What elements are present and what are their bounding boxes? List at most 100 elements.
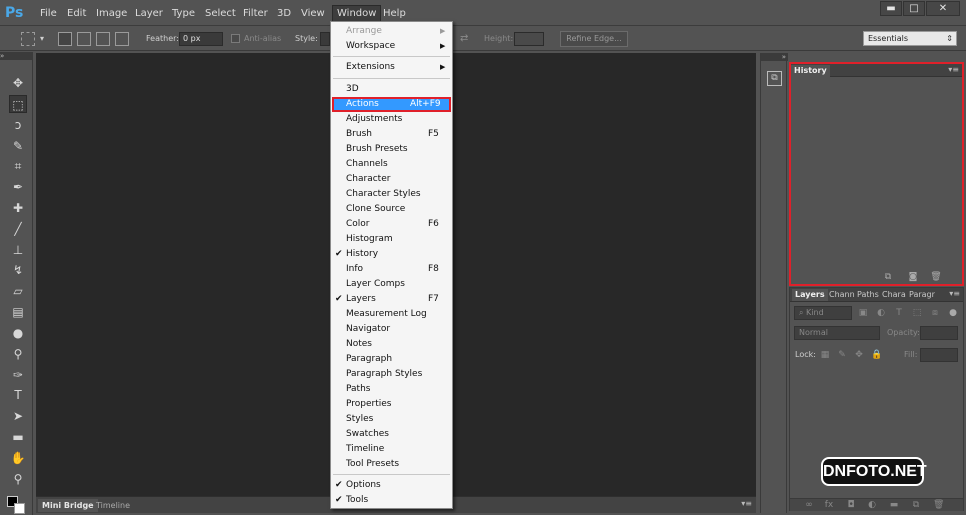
menu-item-paragraph[interactable]: Paragraph bbox=[332, 352, 451, 367]
workspace-select[interactable]: Essentials ⇕ bbox=[863, 31, 957, 46]
filter-type-icon[interactable]: T bbox=[894, 308, 904, 318]
background-color-swatch[interactable] bbox=[14, 503, 25, 514]
icon-strip-collapse-icon[interactable]: » bbox=[761, 53, 788, 61]
zoom-tool-icon[interactable]: ⚲ bbox=[9, 470, 27, 488]
menu-item-history[interactable]: ✔ History bbox=[332, 247, 451, 262]
new-selection-icon[interactable] bbox=[58, 32, 72, 46]
pen-tool-icon[interactable]: ✑ bbox=[9, 366, 27, 384]
menu-item-character[interactable]: Character bbox=[332, 172, 451, 187]
bottom-panel-menu-icon[interactable]: ▾≡ bbox=[741, 499, 752, 508]
history-panel-menu-icon[interactable]: ▾≡ bbox=[948, 64, 959, 76]
menu-item-color[interactable]: Color F6 bbox=[332, 217, 451, 232]
intersect-selection-icon[interactable] bbox=[115, 32, 129, 46]
menu-item-options[interactable]: ✔ Options bbox=[332, 478, 451, 493]
menu-edit[interactable]: Edit bbox=[67, 7, 86, 21]
menu-item-brush-presets[interactable]: Brush Presets bbox=[332, 142, 451, 157]
menu-item-3d[interactable]: 3D bbox=[332, 82, 451, 97]
menu-item-paths[interactable]: Paths bbox=[332, 382, 451, 397]
dodge-tool-icon[interactable]: ⚲ bbox=[9, 345, 27, 363]
menu-item-layers[interactable]: ✔ Layers F7 bbox=[332, 292, 451, 307]
maximize-button[interactable]: □ bbox=[903, 1, 925, 16]
minimize-button[interactable]: ▬ bbox=[880, 1, 902, 16]
filter-toggle-icon[interactable]: ● bbox=[948, 308, 958, 318]
refine-edge-button[interactable]: Refine Edge... bbox=[560, 31, 628, 47]
menu-help[interactable]: Help bbox=[383, 7, 406, 21]
style-select[interactable] bbox=[320, 32, 330, 46]
menu-item-styles[interactable]: Styles bbox=[332, 412, 451, 427]
blur-tool-icon[interactable]: ● bbox=[9, 324, 27, 342]
fill-input[interactable] bbox=[920, 348, 958, 362]
layer-mask-icon[interactable]: ◘ bbox=[846, 500, 856, 510]
menu-item-actions[interactable]: Actions Alt+F9 bbox=[332, 97, 451, 112]
menu-image[interactable]: Image bbox=[96, 7, 127, 21]
move-tool-icon[interactable]: ✥ bbox=[9, 74, 27, 92]
menu-item-layer-comps[interactable]: Layer Comps bbox=[332, 277, 451, 292]
menu-item-properties[interactable]: Properties bbox=[332, 397, 451, 412]
menu-window[interactable]: Window bbox=[332, 5, 382, 22]
menu-layer[interactable]: Layer bbox=[135, 7, 163, 21]
history-panel-icon[interactable]: ⧉ bbox=[767, 71, 782, 86]
trash-icon[interactable]: 🗑 bbox=[930, 272, 942, 282]
tool-preset-chevron-icon[interactable]: ▾ bbox=[40, 33, 44, 45]
gradient-tool-icon[interactable]: ▤ bbox=[9, 303, 27, 321]
tab-character[interactable]: Chara bbox=[879, 289, 909, 301]
filter-kind-select[interactable]: ⌕ Kind bbox=[794, 306, 852, 320]
feather-input[interactable]: 0 px bbox=[179, 32, 223, 46]
tools-collapse-icon[interactable]: » bbox=[0, 52, 33, 60]
rectangular-marquee-icon[interactable] bbox=[21, 32, 35, 46]
tab-timeline[interactable]: Timeline bbox=[92, 499, 134, 512]
menu-filter[interactable]: Filter bbox=[243, 7, 268, 21]
menu-item-arrange[interactable]: Arrange ▶ bbox=[332, 24, 451, 39]
menu-view[interactable]: View bbox=[301, 7, 325, 21]
new-layer-icon[interactable]: ⧉ bbox=[911, 500, 921, 510]
tab-paths[interactable]: Paths bbox=[854, 289, 882, 301]
new-group-icon[interactable]: ▬ bbox=[889, 500, 899, 510]
menu-item-swatches[interactable]: Swatches bbox=[332, 427, 451, 442]
filter-pixel-icon[interactable]: ▣ bbox=[858, 308, 868, 318]
link-layers-icon[interactable]: ∞ bbox=[804, 500, 814, 510]
lock-position-icon[interactable]: ✥ bbox=[854, 350, 864, 360]
filter-shape-icon[interactable]: ⬚ bbox=[912, 308, 922, 318]
menu-3d[interactable]: 3D bbox=[277, 7, 291, 21]
opacity-input[interactable] bbox=[920, 326, 958, 340]
menu-item-character-styles[interactable]: Character Styles bbox=[332, 187, 451, 202]
layer-style-icon[interactable]: fx bbox=[824, 500, 834, 510]
menu-item-workspace[interactable]: Workspace ▶ bbox=[332, 39, 451, 54]
history-brush-tool-icon[interactable]: ↯ bbox=[9, 261, 27, 279]
lock-image-icon[interactable]: ✎ bbox=[837, 350, 847, 360]
blend-mode-select[interactable]: Normal bbox=[794, 326, 880, 340]
menu-item-channels[interactable]: Channels bbox=[332, 157, 451, 172]
menu-item-paragraph-styles[interactable]: Paragraph Styles bbox=[332, 367, 451, 382]
swap-dimensions-icon[interactable]: ⇄ bbox=[460, 33, 468, 45]
tab-channels[interactable]: Chann bbox=[826, 289, 858, 301]
eyedropper-tool-icon[interactable]: ✒ bbox=[9, 178, 27, 196]
menu-item-extensions[interactable]: Extensions ▶ bbox=[332, 60, 451, 75]
menu-item-histogram[interactable]: Histogram bbox=[332, 232, 451, 247]
path-selection-tool-icon[interactable]: ➤ bbox=[9, 407, 27, 425]
new-document-from-state-icon[interactable]: ⧉ bbox=[882, 272, 894, 282]
menu-item-adjustments[interactable]: Adjustments bbox=[332, 112, 451, 127]
menu-item-notes[interactable]: Notes bbox=[332, 337, 451, 352]
shape-tool-icon[interactable]: ▬ bbox=[9, 428, 27, 446]
menu-item-timeline[interactable]: Timeline bbox=[332, 442, 451, 457]
menu-file[interactable]: File bbox=[40, 7, 57, 21]
menu-item-tools[interactable]: ✔ Tools bbox=[332, 493, 451, 508]
layers-panel-menu-icon[interactable]: ▾≡ bbox=[949, 288, 960, 300]
subtract-selection-icon[interactable] bbox=[96, 32, 110, 46]
snapshot-icon[interactable]: ◙ bbox=[907, 272, 919, 282]
tab-mini-bridge[interactable]: Mini Bridge bbox=[38, 499, 98, 512]
tab-history[interactable]: History bbox=[791, 65, 830, 77]
hand-tool-icon[interactable]: ✋ bbox=[9, 449, 27, 467]
height-input[interactable] bbox=[514, 32, 544, 46]
antialias-checkbox[interactable] bbox=[231, 34, 240, 43]
menu-item-tool-presets[interactable]: Tool Presets bbox=[332, 457, 451, 472]
filter-adjustment-icon[interactable]: ◐ bbox=[876, 308, 886, 318]
eraser-tool-icon[interactable]: ▱ bbox=[9, 282, 27, 300]
crop-tool-icon[interactable]: ⌗ bbox=[9, 157, 27, 175]
brush-tool-icon[interactable]: ╱ bbox=[9, 220, 27, 238]
menu-select[interactable]: Select bbox=[205, 7, 236, 21]
adjustment-layer-icon[interactable]: ◐ bbox=[867, 500, 877, 510]
menu-item-brush[interactable]: Brush F5 bbox=[332, 127, 451, 142]
lock-transparent-icon[interactable]: ▦ bbox=[820, 350, 830, 360]
marquee-tool-icon[interactable]: ⬚ bbox=[9, 95, 27, 113]
